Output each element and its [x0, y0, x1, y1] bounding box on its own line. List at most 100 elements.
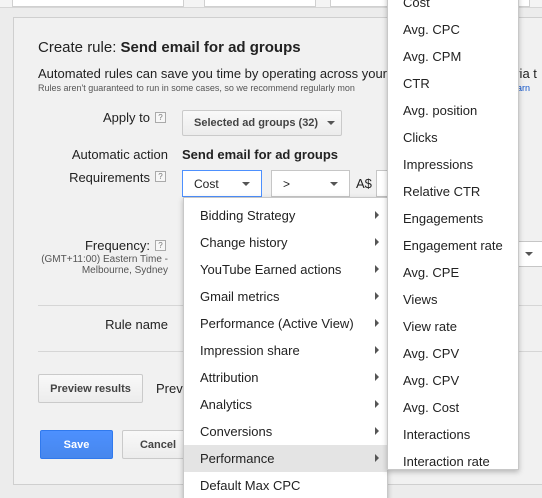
- menu-item-label: Attribution: [200, 370, 259, 385]
- metric-item[interactable]: Avg. Cost: [388, 394, 518, 421]
- category-bidding-strategy[interactable]: Bidding Strategy: [184, 202, 387, 229]
- menu-item-label: Engagement rate: [403, 238, 503, 253]
- frequency-timezone-city: Melbourne, Sydney: [81, 265, 168, 276]
- metric-item[interactable]: Engagement rate: [388, 232, 518, 259]
- chevron-right-icon: [375, 400, 379, 408]
- apply-to-label: Apply to: [103, 110, 150, 125]
- menu-item-label: Interaction rate: [403, 454, 490, 469]
- menu-item-label: Avg. CPV: [403, 373, 460, 388]
- category-performance[interactable]: Performance: [184, 445, 387, 472]
- metric-item[interactable]: Interaction rate: [388, 448, 518, 475]
- chevron-right-icon: [375, 319, 379, 327]
- metric-item[interactable]: Avg. CPV: [388, 340, 518, 367]
- operator-select[interactable]: >: [271, 170, 350, 197]
- chevron-right-icon: [375, 427, 379, 435]
- menu-item-label: Avg. Cost: [403, 400, 460, 415]
- metric-select-value: Cost: [194, 176, 219, 191]
- menu-item-label: Avg. CPE: [403, 265, 460, 280]
- metric-item[interactable]: Cost: [388, 0, 518, 16]
- chevron-right-icon: [375, 211, 379, 219]
- metric-item[interactable]: Impressions: [388, 151, 518, 178]
- preview-text: Prev: [156, 381, 183, 396]
- preview-results-button[interactable]: Preview results: [38, 374, 143, 403]
- rule-type-name: Send email for ad groups: [120, 39, 301, 56]
- menu-item-label: Change history: [200, 235, 288, 250]
- top-tab[interactable]: [204, 0, 316, 7]
- metric-item[interactable]: CTR: [388, 70, 518, 97]
- frequency-timezone: (GMT+11:00) Eastern Time -: [41, 254, 168, 265]
- menu-item-label: Clicks: [403, 130, 438, 145]
- performance-metric-menu: Cost Avg. CPC Avg. CPM CTR Avg. position…: [387, 0, 519, 470]
- metric-item[interactable]: Avg. CPV: [388, 367, 518, 394]
- help-icon[interactable]: ?: [155, 112, 166, 123]
- metric-select[interactable]: Cost: [182, 170, 262, 197]
- preview-results-label: Preview results: [50, 382, 131, 395]
- requirements-label: Requirements: [69, 170, 150, 185]
- menu-item-label: Avg. CPV: [403, 346, 460, 361]
- category-default-max-cpc[interactable]: Default Max CPC: [184, 472, 387, 498]
- metric-item[interactable]: View rate: [388, 313, 518, 340]
- menu-item-label: Performance: [200, 451, 275, 466]
- menu-item-label: YouTube Earned actions: [200, 262, 342, 277]
- category-analytics[interactable]: Analytics: [184, 391, 387, 418]
- chevron-down-icon: [525, 252, 533, 256]
- category-change-history[interactable]: Change history: [184, 229, 387, 256]
- metric-item[interactable]: Avg. position: [388, 97, 518, 124]
- metric-item[interactable]: Avg. CPE: [388, 259, 518, 286]
- category-gmail-metrics[interactable]: Gmail metrics: [184, 283, 387, 310]
- menu-item-label: Relative CTR: [403, 184, 481, 199]
- category-conversions[interactable]: Conversions: [184, 418, 387, 445]
- menu-item-label: Avg. position: [403, 103, 478, 118]
- metric-item[interactable]: Interactions: [388, 421, 518, 448]
- menu-item-label: Default Max CPC: [200, 478, 301, 493]
- menu-item-label: Avg. CPM: [403, 49, 462, 64]
- metric-item[interactable]: Relative CTR: [388, 178, 518, 205]
- apply-to-value: Selected ad groups (32): [194, 117, 319, 129]
- metric-item[interactable]: Avg. CPC: [388, 16, 518, 43]
- metric-item[interactable]: Engagements: [388, 205, 518, 232]
- save-button[interactable]: Save: [40, 430, 113, 459]
- top-tab[interactable]: [12, 0, 184, 7]
- metric-item[interactable]: Views: [388, 286, 518, 313]
- metric-item[interactable]: Clicks: [388, 124, 518, 151]
- apply-to-dropdown[interactable]: Selected ad groups (32): [182, 110, 342, 136]
- category-youtube-earned-actions[interactable]: YouTube Earned actions: [184, 256, 387, 283]
- dialog-note: Rules aren't guaranteed to run in some c…: [38, 83, 355, 93]
- frequency-select[interactable]: [518, 241, 542, 267]
- chevron-right-icon: [375, 238, 379, 246]
- menu-item-label: Interactions: [403, 427, 471, 442]
- chevron-right-icon: [375, 454, 379, 462]
- category-performance-active-view[interactable]: Performance (Active View): [184, 310, 387, 337]
- chevron-down-icon: [330, 182, 338, 186]
- save-label: Save: [63, 438, 90, 451]
- menu-item-label: Impression share: [200, 343, 300, 358]
- help-icon[interactable]: ?: [155, 171, 166, 182]
- rule-name-label: Rule name: [105, 317, 168, 332]
- cancel-label: Cancel: [139, 438, 177, 451]
- dialog-description: Automated rules can save you time by ope…: [38, 66, 388, 81]
- automatic-action-label: Automatic action: [71, 147, 168, 162]
- chevron-right-icon: [375, 373, 379, 381]
- category-impression-share[interactable]: Impression share: [184, 337, 387, 364]
- menu-item-label: Bidding Strategy: [200, 208, 296, 223]
- menu-item-label: Analytics: [200, 397, 253, 412]
- frequency-label: Frequency:: [84, 238, 150, 253]
- currency-label: A$: [356, 176, 372, 191]
- chevron-right-icon: [375, 346, 379, 354]
- menu-item-label: Cost: [403, 0, 430, 10]
- menu-item-label: Avg. CPC: [403, 22, 460, 37]
- menu-item-label: Performance (Active View): [200, 316, 354, 331]
- automatic-action-value: Send email for ad groups: [182, 147, 339, 162]
- menu-item-label: Engagements: [403, 211, 484, 226]
- category-attribution[interactable]: Attribution: [184, 364, 387, 391]
- dialog-title: Create rule: Send email for ad groups: [38, 39, 301, 56]
- menu-item-label: CTR: [403, 76, 430, 91]
- help-icon[interactable]: ?: [155, 240, 166, 251]
- menu-item-label: Conversions: [200, 424, 273, 439]
- metric-item[interactable]: Avg. CPM: [388, 43, 518, 70]
- menu-item-label: Gmail metrics: [200, 289, 280, 304]
- menu-item-label: Impressions: [403, 157, 474, 172]
- menu-item-label: View rate: [403, 319, 457, 334]
- chevron-down-icon: [327, 121, 336, 125]
- chevron-right-icon: [375, 265, 379, 273]
